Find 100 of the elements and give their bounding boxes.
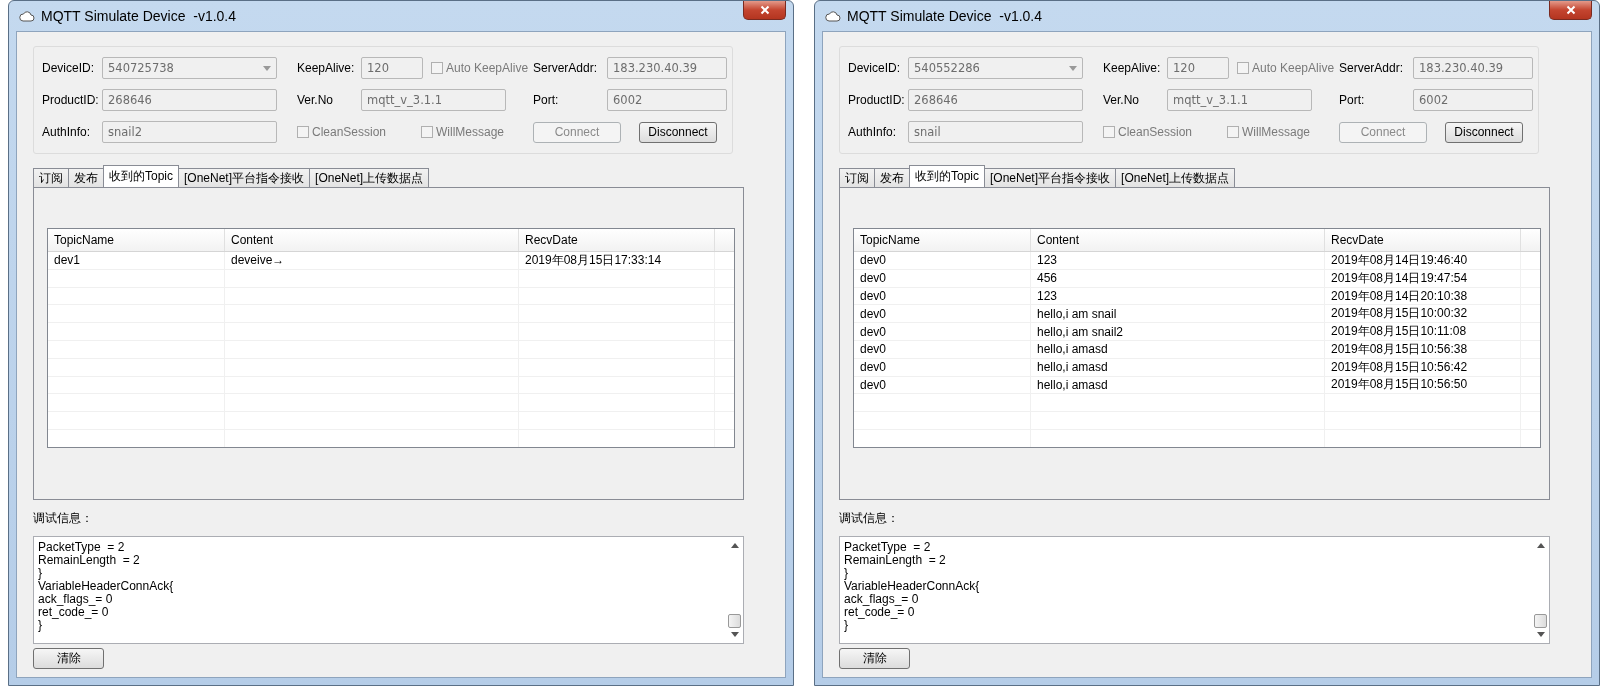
log-line: PacketType = 2 <box>38 541 126 554</box>
checkbox[interactable] <box>297 126 309 138</box>
input-field[interactable]: snail2 <box>102 121 277 143</box>
tab[interactable]: [OneNet]上传数据点 <box>1115 168 1236 187</box>
table-cell: dev0 <box>854 287 1031 305</box>
field-label: ProductID: <box>848 93 906 107</box>
tab[interactable]: [OneNet]平台指令接收 <box>984 168 1117 187</box>
tab[interactable]: 订阅 <box>33 168 69 187</box>
input-field[interactable]: mqtt_v_3.1.1 <box>361 89 506 111</box>
tab[interactable]: 订阅 <box>839 168 875 187</box>
log-line: } <box>844 567 848 580</box>
log-line: ret_code_= 0 <box>844 606 916 619</box>
log-line: VariableHeaderConnAck{ <box>38 580 175 593</box>
field-label: AuthInfo: <box>42 125 92 139</box>
tab[interactable]: [OneNet]上传数据点 <box>309 168 430 187</box>
table-cell: dev0 <box>854 341 1031 358</box>
tab[interactable]: 发布 <box>68 168 104 187</box>
field-label: ProductID: <box>42 93 100 107</box>
cloud-icon <box>825 10 841 22</box>
input-field[interactable]: 268646 <box>908 89 1083 111</box>
input-field[interactable]: 183.230.40.39 <box>1413 57 1533 79</box>
input-field[interactable]: 6002 <box>607 89 727 111</box>
debug-log[interactable]: PacketType = 2 RemainLength = 2 } VariableHeaderConnAck{ ack_flags_= 0 ret_code_= 0 } <box>839 536 1550 644</box>
field-label: DeviceID: <box>848 61 901 75</box>
input-field[interactable]: mqtt_v_3.1.1 <box>1167 89 1312 111</box>
input-field[interactable]: 183.230.40.39 <box>607 57 727 79</box>
column-header[interactable]: RecvDate <box>1325 229 1521 251</box>
checkbox-label: WillMessage <box>1242 125 1310 139</box>
table-cell: 2019年08月15日10:00:32 <box>1325 305 1521 323</box>
checkbox[interactable] <box>421 126 433 138</box>
table-cell: hello,i am snail <box>1031 305 1325 323</box>
checkbox-label: Auto KeepAlive <box>446 61 529 75</box>
tab[interactable]: 收到的Topic <box>103 165 179 187</box>
checkbox[interactable] <box>1103 126 1115 138</box>
tab[interactable]: [OneNet]平台指令接收 <box>178 168 311 187</box>
field-label: KeepAlive: <box>297 61 356 75</box>
table-cell: hello,i amasd <box>1031 341 1325 358</box>
debug-label: 调试信息： <box>839 510 900 527</box>
scroll-up-icon[interactable] <box>730 543 739 548</box>
table-cell: dev0 <box>854 358 1031 376</box>
field-label: AuthInfo: <box>848 125 898 139</box>
input-field[interactable]: 6002 <box>1413 89 1533 111</box>
caret-icon <box>1069 65 1077 71</box>
scrollbar-thumb[interactable] <box>1534 614 1547 628</box>
field-label: ServerAddr: <box>533 61 599 75</box>
table-cell: dev0 <box>854 376 1031 394</box>
table-cell: 2019年08月14日19:46:40 <box>1325 252 1521 269</box>
log-line: ack_flags_= 0 <box>38 593 113 606</box>
input-field[interactable]: 120 <box>1167 57 1229 79</box>
tab[interactable]: 发布 <box>874 168 910 187</box>
input-field[interactable]: snail <box>908 121 1083 143</box>
clear-button[interactable]: 清除 <box>33 648 104 669</box>
table-cell: dev0 <box>854 269 1031 287</box>
disconnect-button[interactable]: Disconnect <box>639 121 717 143</box>
device-id-dropdown[interactable]: 540725738 <box>102 57 277 79</box>
table-cell: dev1 <box>48 252 225 269</box>
table-cell: 2019年08月15日10:56:42 <box>1325 358 1521 376</box>
debug-log[interactable]: PacketType = 2 RemainLength = 2 } VariableHeaderConnAck{ ack_flags_= 0 ret_code_= 0 } <box>33 536 744 644</box>
field-label: Port: <box>533 93 560 107</box>
input-field[interactable]: 120 <box>361 57 423 79</box>
tab[interactable]: 收到的Topic <box>909 165 985 187</box>
column-header[interactable]: Content <box>1031 229 1325 251</box>
column-header[interactable]: RecvDate <box>519 229 715 251</box>
table-cell: hello,i amasd <box>1031 358 1325 376</box>
checkbox[interactable] <box>1227 126 1239 138</box>
close-button[interactable] <box>1549 1 1592 20</box>
column-header[interactable]: TopicName <box>854 229 1031 251</box>
scroll-down-icon[interactable] <box>1536 632 1545 637</box>
checkbox[interactable] <box>431 62 443 74</box>
table-cell: 2019年08月15日10:56:50 <box>1325 376 1521 394</box>
clear-button[interactable]: 清除 <box>839 648 910 669</box>
scrollbar-thumb[interactable] <box>728 614 741 628</box>
log-line: } <box>38 567 42 580</box>
scroll-down-icon[interactable] <box>730 632 739 637</box>
checkbox-label: CleanSession <box>312 125 387 139</box>
checkbox-label: Auto KeepAlive <box>1252 61 1335 75</box>
log-line: ack_flags_= 0 <box>844 593 919 606</box>
column-header[interactable]: Content <box>225 229 519 251</box>
close-button[interactable] <box>743 1 786 20</box>
field-label: Port: <box>1339 93 1366 107</box>
table-cell: hello,i am snail2 <box>1031 323 1325 340</box>
window-title: MQTT Simulate Device -v1.0.4 <box>847 8 1043 24</box>
checkbox[interactable] <box>1237 62 1249 74</box>
table-cell: 123 <box>1031 252 1325 269</box>
table-cell: 123 <box>1031 287 1325 305</box>
device-id-dropdown[interactable]: 540552286 <box>908 57 1083 79</box>
cloud-icon <box>19 10 35 22</box>
log-line: PacketType = 2 <box>844 541 932 554</box>
table-cell: 2019年08月14日19:47:54 <box>1325 269 1521 287</box>
log-line: } <box>844 619 848 632</box>
disconnect-button[interactable]: Disconnect <box>1445 121 1523 143</box>
field-label: DeviceID: <box>42 61 95 75</box>
table-cell: hello,i amasd <box>1031 376 1325 394</box>
table-cell: 2019年08月15日10:56:38 <box>1325 341 1521 358</box>
log-line: } <box>38 619 42 632</box>
window-title: MQTT Simulate Device -v1.0.4 <box>41 8 237 24</box>
column-header[interactable]: TopicName <box>48 229 225 251</box>
scroll-up-icon[interactable] <box>1536 543 1545 548</box>
input-field[interactable]: 268646 <box>102 89 277 111</box>
table-cell: dev0 <box>854 323 1031 340</box>
